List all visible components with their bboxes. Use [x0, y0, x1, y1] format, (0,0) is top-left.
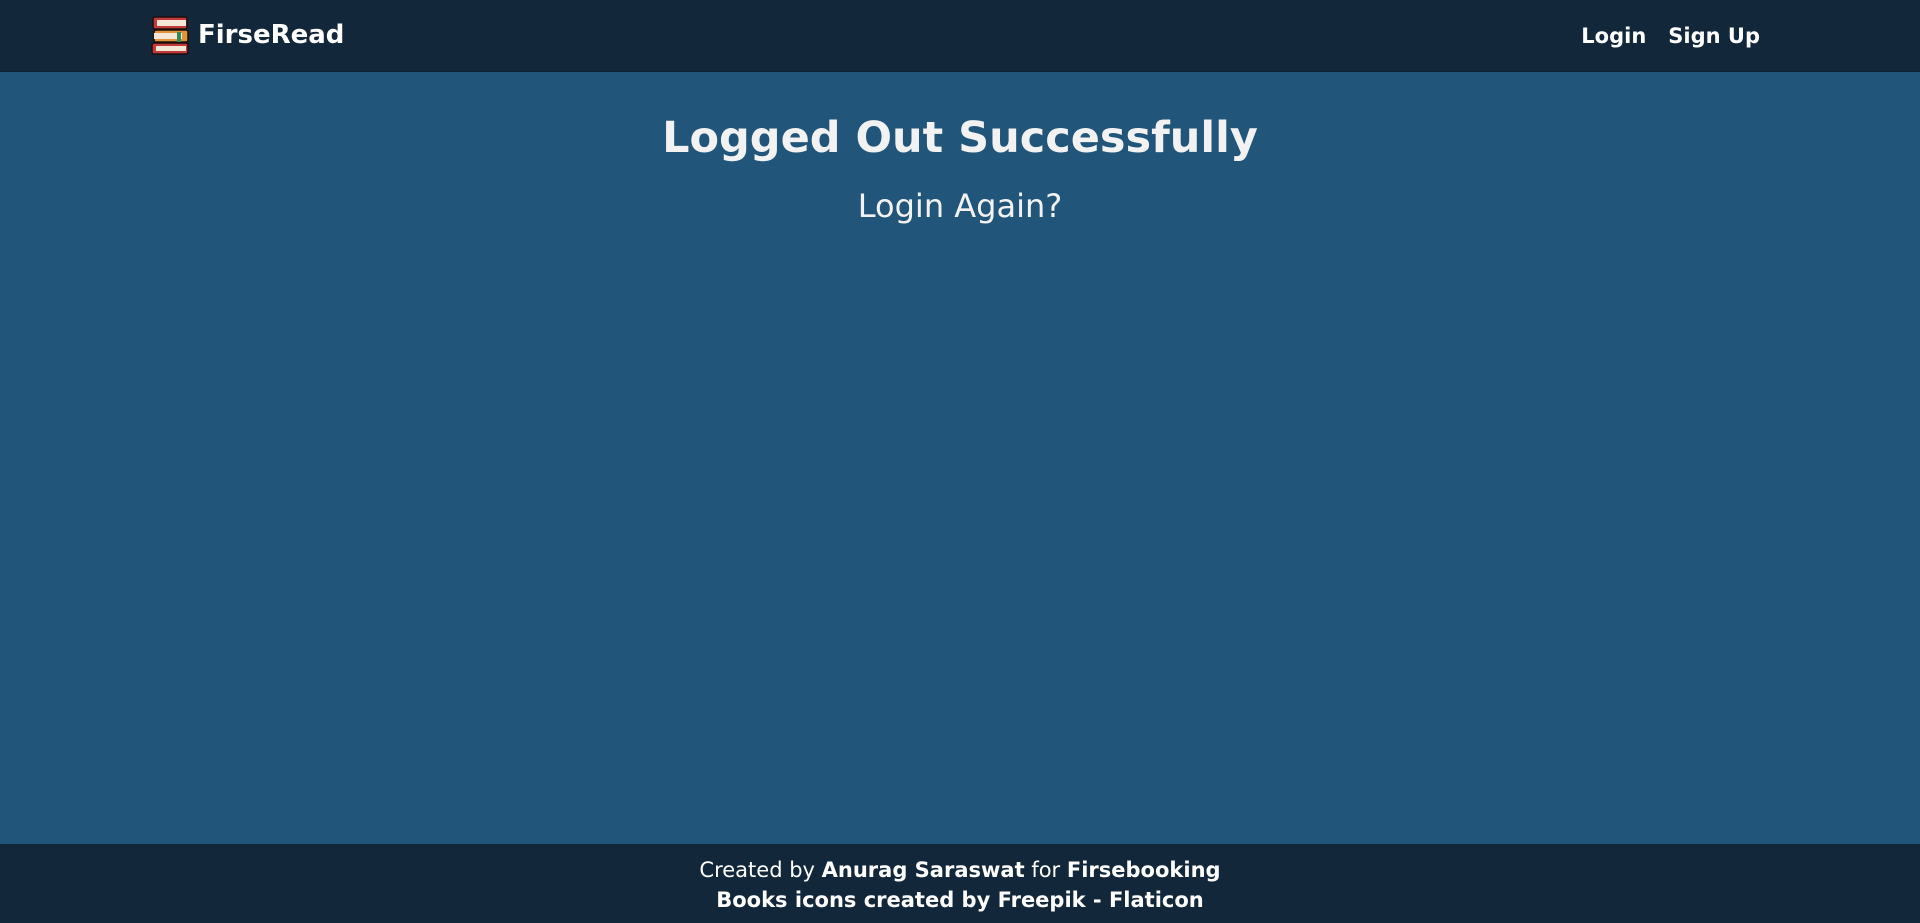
for-text: for [1031, 858, 1061, 882]
books-stack-icon [151, 16, 189, 55]
footer: Created by Anurag Saraswat for Firsebook… [0, 844, 1920, 923]
footer-credits: Created by Anurag Saraswat for Firsebook… [0, 856, 1920, 884]
author-name: Anurag Saraswat [821, 858, 1025, 882]
login-link[interactable]: Login [1581, 24, 1646, 48]
created-by-text: Created by [699, 858, 815, 882]
brand-link[interactable]: FirseRead [150, 14, 344, 56]
page-title: Logged Out Successfully [662, 113, 1258, 163]
signup-link[interactable]: Sign Up [1668, 24, 1760, 48]
footer-attribution: Books icons created by Freepik - Flatico… [0, 886, 1920, 914]
main-content: Logged Out Successfully Login Again? [0, 72, 1920, 844]
org-name: Firsebooking [1066, 858, 1221, 882]
navbar: FirseRead Login Sign Up [0, 0, 1920, 72]
brand-name: FirseRead [198, 20, 345, 50]
nav-links: Login Sign Up [1559, 0, 1760, 72]
flaticon-attribution-link[interactable]: Books icons created by Freepik - Flatico… [716, 888, 1204, 912]
login-again-link[interactable]: Login Again? [0, 186, 1920, 226]
